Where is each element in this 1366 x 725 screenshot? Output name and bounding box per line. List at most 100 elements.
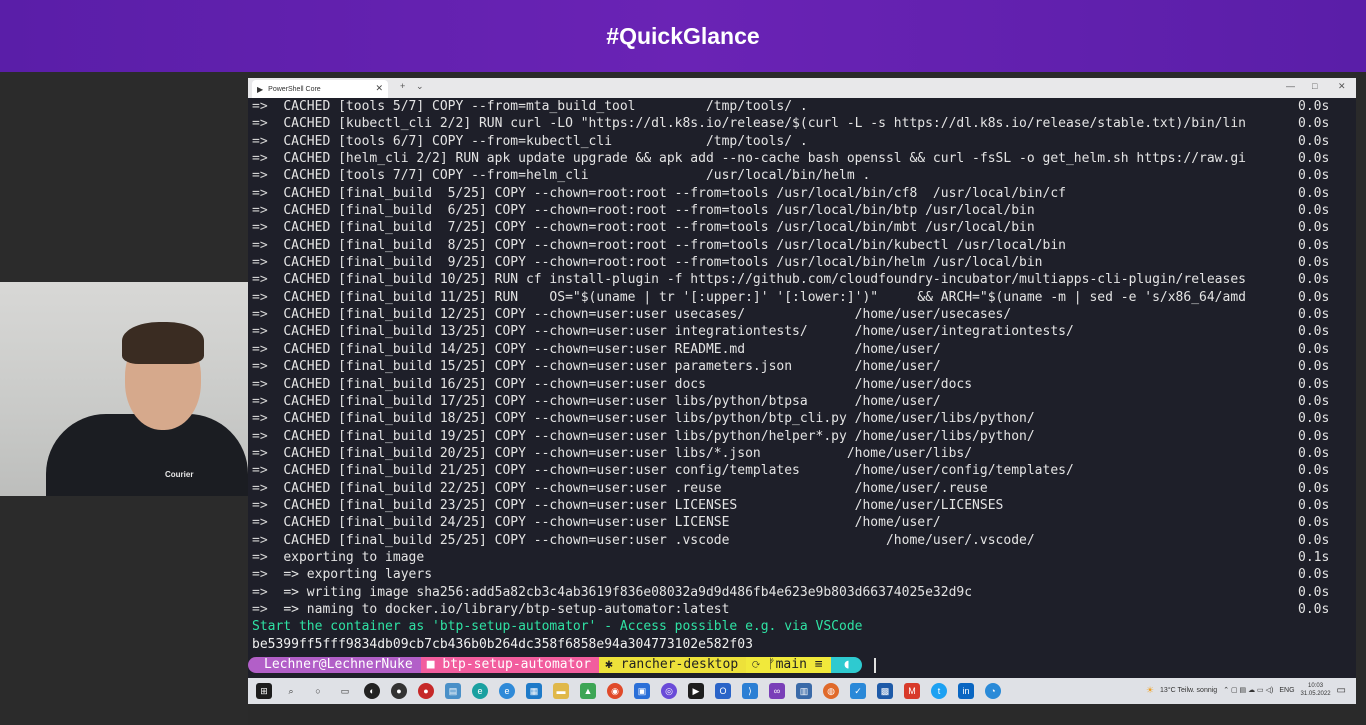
build-arrow: => <box>252 307 268 323</box>
tray-icons[interactable]: ⌃ ▢ ▤ ☁ ▭ ◁) <box>1223 686 1273 694</box>
outlook-icon[interactable]: O <box>715 683 731 699</box>
build-step-duration: 0.0s <box>1298 359 1330 375</box>
weather-text[interactable]: 13°C Teilw. sonnig <box>1160 687 1217 694</box>
build-arrow: => <box>252 549 268 565</box>
gmail-icon[interactable]: M <box>904 683 920 699</box>
app-icon-10[interactable]: ▩ <box>877 683 893 699</box>
tab-close-icon[interactable]: ✕ <box>375 84 383 94</box>
app-icon-4[interactable]: ▤ <box>445 683 461 699</box>
build-step-text: CACHED [tools 7/7] COPY --from=helm_cli … <box>283 168 871 184</box>
terminal-line: => CACHED [final_build 25/25] COPY --cho… <box>252 532 1356 549</box>
build-arrow: => <box>252 497 268 513</box>
teams-icon[interactable]: ◎ <box>661 683 677 699</box>
build-step-text: exporting to image <box>283 549 425 565</box>
terminal-line: => CACHED [final_build 16/25] COPY --cho… <box>252 376 1356 393</box>
build-step-duration: 0.0s <box>1298 116 1330 132</box>
weather-icon: ☀ <box>1145 684 1155 695</box>
powershell-icon: ▶ <box>257 84 264 94</box>
app-icon-5[interactable]: ▦ <box>526 683 542 699</box>
tab-powershell[interactable]: ▶ PowerShell Core ✕ <box>252 80 388 98</box>
build-step-text: CACHED [tools 6/7] COPY --from=kubectl_c… <box>283 133 808 149</box>
build-step-text: CACHED [final_build 6/25] COPY --chown=r… <box>283 203 1035 219</box>
app-icon-7[interactable]: ▣ <box>634 683 650 699</box>
terminal-line: => => writing image sha256:add5a82cb3c4a… <box>252 584 1356 601</box>
build-arrow: => <box>252 584 268 600</box>
terminal-icon[interactable]: ▶ <box>688 683 704 699</box>
build-step-duration: 0.0s <box>1298 220 1330 236</box>
build-arrow: => <box>252 237 268 253</box>
edge-beta-icon[interactable]: e <box>499 683 515 699</box>
app-icon-6[interactable]: ▲ <box>580 683 596 699</box>
cortana-icon[interactable]: ○ <box>310 683 326 699</box>
git-branch-icon: ⟳ ᚠ <box>752 657 776 672</box>
build-arrow: => <box>252 428 268 444</box>
terminal-window[interactable]: ▶ PowerShell Core ✕ + ⌄ — □ ✕ => CACHED … <box>248 78 1356 704</box>
build-step-text: CACHED [final_build 7/25] COPY --chown=r… <box>283 220 1035 236</box>
terminal-output[interactable]: => CACHED [tools 5/7] COPY --from=mta_bu… <box>248 98 1356 678</box>
build-step-text: CACHED [final_build 14/25] COPY --chown=… <box>283 341 941 357</box>
build-arrow: => <box>252 463 268 479</box>
task-view-icon[interactable]: ▭ <box>337 683 353 699</box>
terminal-line: => CACHED [final_build 12/25] COPY --cho… <box>252 306 1356 323</box>
app-icon-1[interactable]: ◐ <box>364 683 380 699</box>
terminal-line: => CACHED [final_build 7/25] COPY --chow… <box>252 219 1356 236</box>
banner-title: #QuickGlance <box>606 22 760 49</box>
build-step-duration: 0.0s <box>1298 584 1330 600</box>
build-arrow: => <box>252 532 268 548</box>
terminal-line: => CACHED [tools 6/7] COPY --from=kubect… <box>252 133 1356 150</box>
build-step-duration: 0.0s <box>1298 272 1330 288</box>
build-step-text: CACHED [final_build 17/25] COPY --chown=… <box>283 393 941 409</box>
start-menu-icon[interactable]: ⊞ <box>256 683 272 699</box>
notifications-icon[interactable]: ▭ <box>1337 685 1346 696</box>
build-step-text: CACHED [helm_cli 2/2] RUN apk update upg… <box>283 151 1246 167</box>
clock[interactable]: 10:03 31.05.2022 <box>1301 682 1331 698</box>
terminal-line: => CACHED [final_build 6/25] COPY --chow… <box>252 202 1356 219</box>
todo-icon[interactable]: ✓ <box>850 683 866 699</box>
build-step-duration: 0.0s <box>1298 463 1330 479</box>
app-icon-2[interactable]: ● <box>391 683 407 699</box>
build-step-duration: 0.0s <box>1298 133 1330 149</box>
maximize-button[interactable]: □ <box>1312 81 1317 91</box>
file-explorer-icon[interactable]: ▬ <box>553 683 569 699</box>
app-icon-8[interactable]: ▥ <box>796 683 812 699</box>
terminal-line: => CACHED [final_build 22/25] COPY --cho… <box>252 480 1356 497</box>
window-titlebar[interactable]: ▶ PowerShell Core ✕ + ⌄ — □ ✕ <box>248 78 1356 98</box>
linkedin-icon[interactable]: in <box>958 683 974 699</box>
terminal-line: => CACHED [final_build 24/25] COPY --cho… <box>252 514 1356 531</box>
prompt-end-segment: ◖ <box>830 657 863 673</box>
chrome-icon[interactable]: ◉ <box>607 683 623 699</box>
new-tab-button[interactable]: + <box>400 81 405 91</box>
build-step-duration: 0.0s <box>1298 237 1330 253</box>
search-icon[interactable]: ⌕ <box>283 683 299 699</box>
minimize-button[interactable]: — <box>1286 81 1295 91</box>
prompt-user-segment: Lechner@LechnerNuke <box>248 657 421 673</box>
build-step-text: CACHED [final_build 5/25] COPY --chown=r… <box>283 185 1066 201</box>
build-step-duration: 0.0s <box>1298 376 1330 392</box>
twitter-icon[interactable]: t <box>931 683 947 699</box>
shell-prompt[interactable]: Lechner@LechnerNuke ■ btp-setup-automato… <box>248 656 1356 674</box>
build-step-duration: 0.1s <box>1298 549 1330 565</box>
build-arrow: => <box>252 116 268 132</box>
build-step-duration: 0.0s <box>1298 203 1330 219</box>
build-step-text: => naming to docker.io/library/btp-setup… <box>283 601 730 617</box>
tab-dropdown-icon[interactable]: ⌄ <box>416 81 424 92</box>
vscode-icon[interactable]: ⟩ <box>742 683 758 699</box>
build-arrow: => <box>252 220 268 236</box>
system-tray: ☀ 13°C Teilw. sonnig ⌃ ▢ ▤ ☁ ▭ ◁) ENG 10… <box>1146 682 1346 698</box>
language-indicator[interactable]: ENG <box>1279 687 1294 694</box>
build-step-text: CACHED [final_build 22/25] COPY --chown=… <box>283 480 988 496</box>
app-icon-3[interactable]: ● <box>418 683 434 699</box>
edge-icon[interactable]: e <box>472 683 488 699</box>
build-arrow: => <box>252 168 268 184</box>
start-container-message: Start the container as 'btp-setup-automa… <box>252 619 863 635</box>
build-arrow: => <box>252 445 268 461</box>
prompt-k8s-segment: ✱ rancher-desktop <box>599 657 747 673</box>
build-step-duration: 0.0s <box>1298 393 1330 409</box>
app-icon-9[interactable]: ◍ <box>823 683 839 699</box>
terminal-line: => CACHED [final_build 5/25] COPY --chow… <box>252 185 1356 202</box>
close-window-button[interactable]: ✕ <box>1338 81 1346 92</box>
visual-studio-icon[interactable]: ∞ <box>769 683 785 699</box>
terminal-line: => CACHED [final_build 17/25] COPY --cho… <box>252 393 1356 410</box>
windows-taskbar: ⊞ ⌕ ○ ▭ ◐ ● ● ▤ e e ▦ ▬ ▲ ◉ ▣ ◎ ▶ O ⟩ ∞ … <box>248 678 1356 704</box>
app-icon-11[interactable]: ◔ <box>985 683 1001 699</box>
